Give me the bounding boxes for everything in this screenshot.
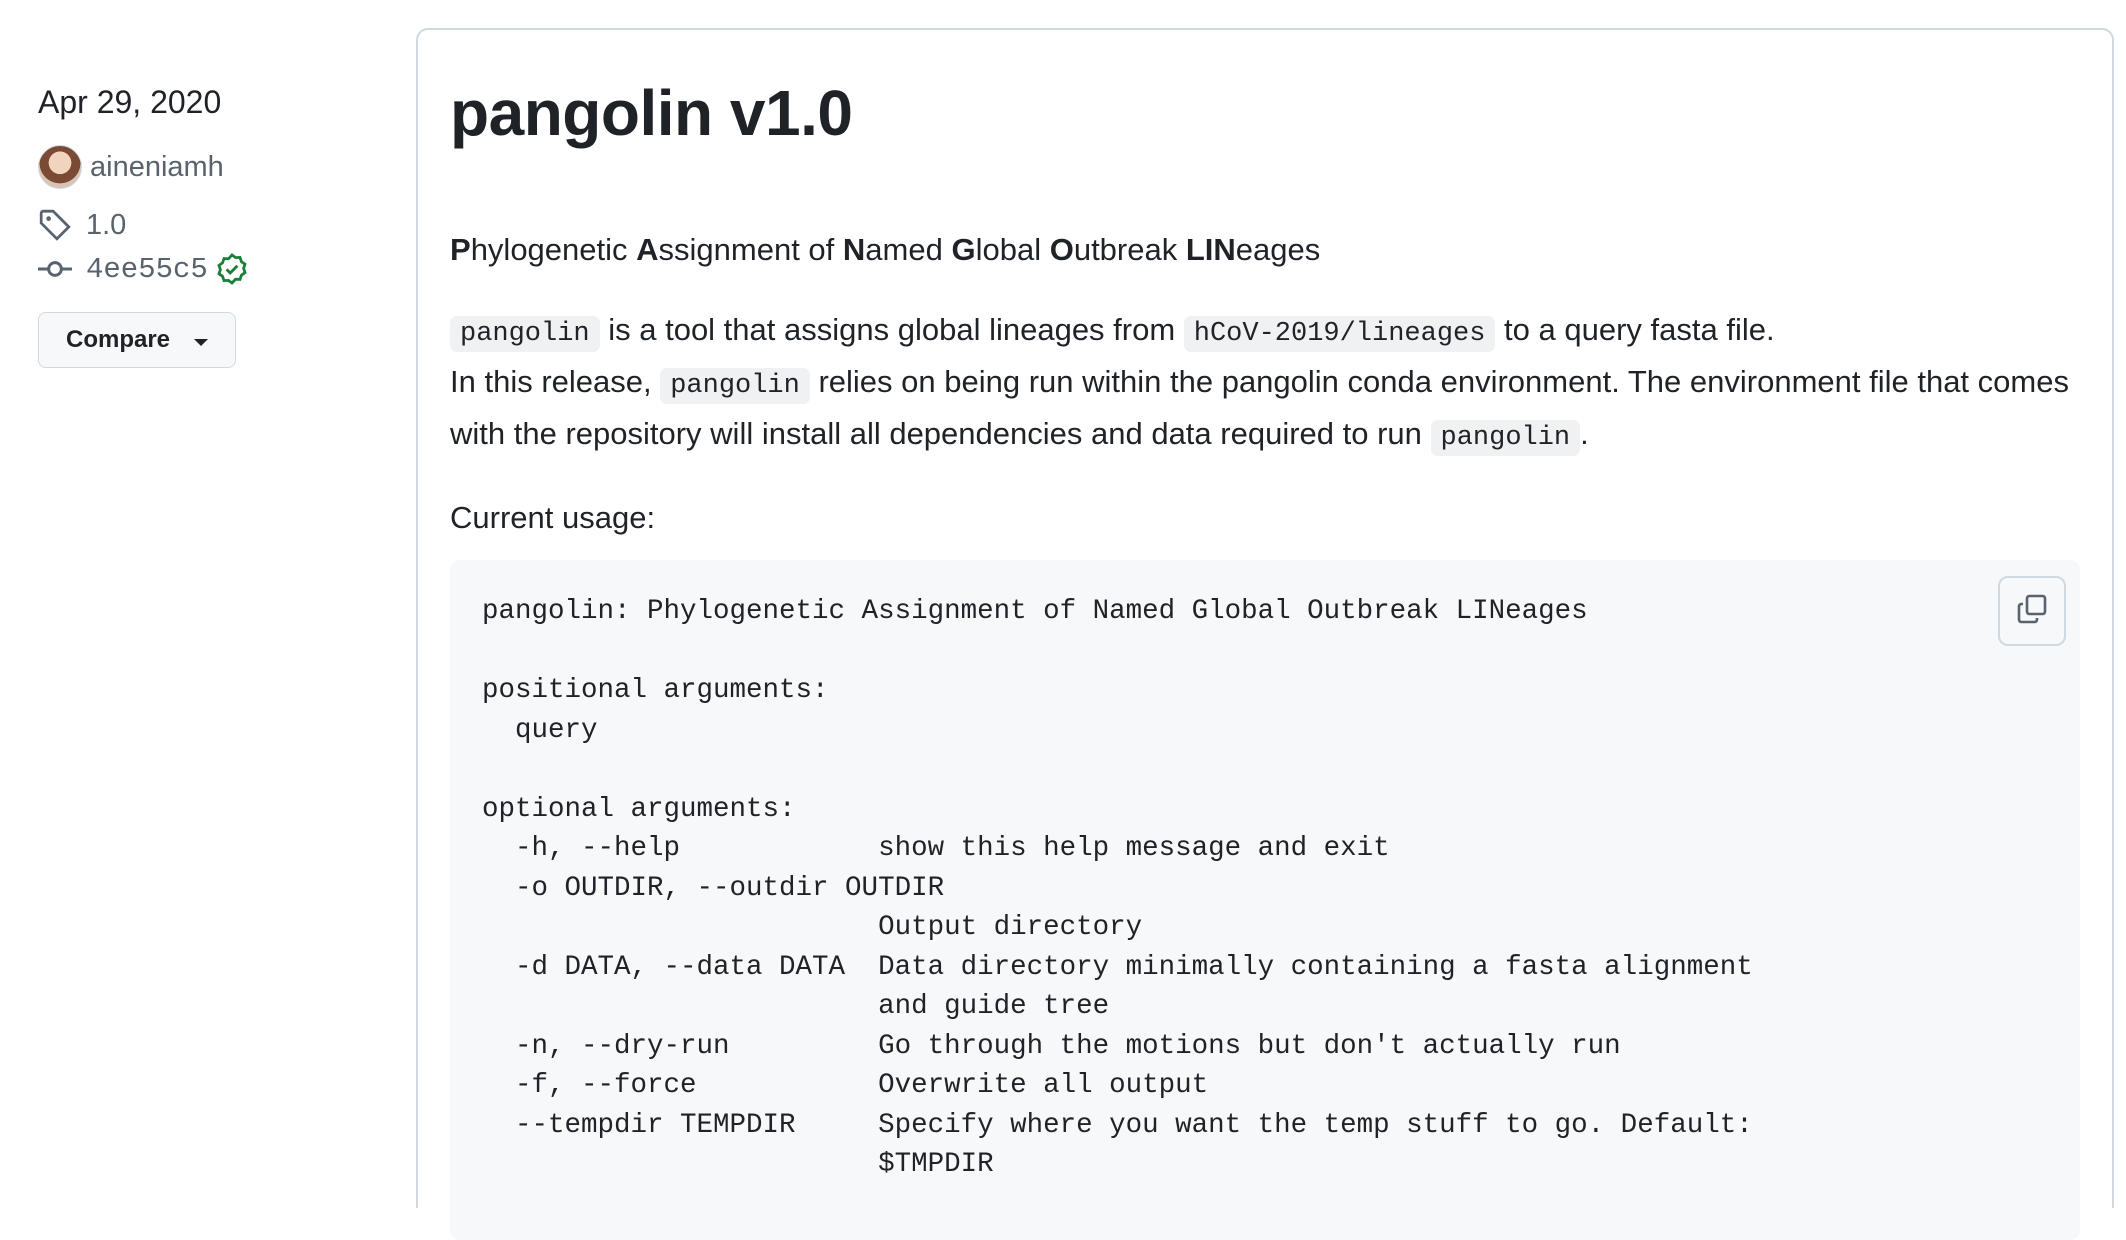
commit-row[interactable]: 4ee55c5 — [38, 248, 378, 290]
copy-button[interactable] — [1998, 576, 2066, 646]
release-notes: Phylogenetic Assignment of Named Global … — [450, 226, 2090, 574]
usage-code[interactable]: pangolin: Phylogenetic Assignment of Nam… — [482, 592, 2048, 1185]
inline-code: pangolin — [450, 316, 600, 352]
git-commit-icon — [38, 249, 78, 289]
acronym-letter: O — [1049, 232, 1074, 267]
usage-label: Current usage: — [450, 500, 656, 535]
acronym-word: eages — [1235, 232, 1321, 267]
paragraph-text: In this release, — [450, 364, 661, 399]
compare-button[interactable]: Compare — [38, 312, 236, 368]
author-avatar[interactable] — [38, 145, 82, 189]
compare-label: Compare — [65, 326, 171, 353]
code-line: $TMPDIR — [482, 1149, 994, 1180]
code-line: -f, --force Overwrite all output — [482, 1070, 1209, 1101]
code-line: -d DATA, --data DATA Data directory mini… — [482, 951, 1753, 983]
code-line: query — [482, 714, 598, 746]
code-line: optional arguments: — [482, 793, 796, 825]
acronym-word: utbreak — [1073, 232, 1186, 267]
intro-paragraph: pangolin is a tool that assigns global l… — [450, 306, 2090, 462]
paragraph-text: . — [1580, 416, 1589, 451]
acronym-word: amed — [865, 232, 952, 267]
code-line: Output directory — [482, 912, 1143, 943]
acronym-letter: A — [636, 232, 659, 267]
chevron-down-icon — [194, 338, 209, 346]
acronym-word: lobal — [975, 232, 1050, 267]
code-line: --tempdir TEMPDIR Specify where you want… — [482, 1109, 1753, 1141]
inline-code: pangolin — [1430, 420, 1581, 456]
release-sidebar: Apr 29, 2020 aineniamh 1.0 4ee55c5 Compa… — [38, 80, 378, 368]
copy-icon — [2016, 593, 2048, 630]
acronym-letter: P — [450, 232, 471, 267]
code-line: -n, --dry-run Go through the motions but… — [482, 1030, 1621, 1062]
acronym-heading: Phylogenetic Assignment of Named Global … — [450, 226, 2090, 274]
acronym-letter: N — [842, 232, 866, 267]
release-card: pangolin v1.0 Phylogenetic Assignment of… — [416, 28, 2114, 1240]
code-line: pangolin: Phylogenetic Assignment of Nam… — [482, 596, 1588, 627]
code-line: and guide tree — [482, 991, 1110, 1022]
acronym-word: hylogenetic — [470, 232, 637, 267]
usage-code-block[interactable]: pangolin: Phylogenetic Assignment of Nam… — [450, 560, 2080, 1240]
paragraph-text: to a query fasta file. — [1495, 312, 1775, 347]
author-row[interactable]: aineniamh — [38, 145, 378, 189]
code-line: -o OUTDIR, --outdir OUTDIR — [482, 872, 945, 904]
commit-sha[interactable]: 4ee55c5 — [86, 253, 208, 286]
inline-code: pangolin — [660, 368, 810, 404]
tag-icon — [38, 205, 78, 245]
release-date: Apr 29, 2020 — [38, 84, 222, 120]
author-name[interactable]: aineniamh — [90, 151, 224, 184]
acronym-letter: G — [951, 232, 976, 267]
paragraph-text: is a tool that assigns global lineages f… — [599, 312, 1184, 347]
acronym-letter: LIN — [1185, 232, 1236, 267]
tag-row[interactable]: 1.0 — [38, 204, 378, 246]
release-title[interactable]: pangolin v1.0 — [450, 76, 853, 150]
verified-check-icon[interactable] — [216, 253, 248, 285]
code-line: -h, --help show this help message and ex… — [482, 833, 1390, 864]
inline-code: hCoV-2019/lineages — [1183, 316, 1496, 352]
tag-label[interactable]: 1.0 — [86, 209, 126, 242]
code-line: positional arguments: — [482, 675, 829, 706]
acronym-word: ssignment of — [658, 232, 843, 267]
